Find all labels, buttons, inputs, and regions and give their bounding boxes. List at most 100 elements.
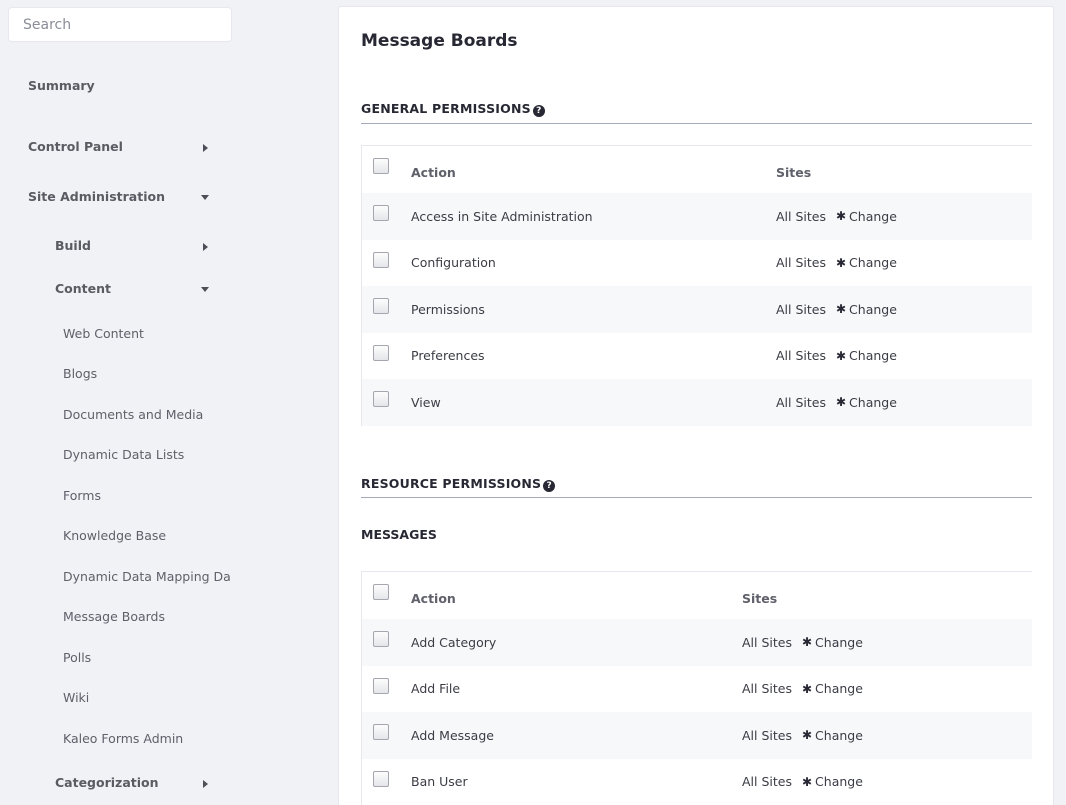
sidebar-item-forms[interactable]: Forms bbox=[63, 488, 231, 503]
table-row: Ban User All Sites ✱ Change bbox=[362, 759, 1032, 805]
row-checkbox[interactable] bbox=[373, 205, 389, 221]
general-permissions-heading: GENERAL PERMISSIONS? bbox=[361, 101, 545, 117]
sidebar-item-blogs[interactable]: Blogs bbox=[63, 366, 231, 381]
table-row: View All Sites ✱ Change bbox=[362, 379, 1032, 426]
action-label: Permissions bbox=[411, 301, 485, 317]
help-icon[interactable]: ? bbox=[532, 105, 545, 117]
column-header-sites: Sites bbox=[742, 591, 778, 606]
row-checkbox[interactable] bbox=[373, 770, 389, 787]
row-checkbox[interactable] bbox=[373, 677, 389, 694]
sidebar-item-polls[interactable]: Polls bbox=[63, 650, 231, 665]
action-label: Ban User bbox=[411, 774, 468, 790]
change-label: Change bbox=[849, 348, 897, 364]
sidebar-item-wiki[interactable]: Wiki bbox=[63, 690, 231, 705]
sites-value: All Sites bbox=[776, 208, 826, 224]
divider bbox=[361, 123, 1032, 124]
general-permissions-title: GENERAL PERMISSIONS bbox=[361, 101, 531, 116]
sidebar-item-kaleo-forms-admin[interactable]: Kaleo Forms Admin bbox=[63, 731, 231, 746]
table-header-row: Action Sites bbox=[362, 146, 1032, 193]
sidebar-item-content[interactable]: Content bbox=[55, 281, 111, 296]
main-panel: Message Boards GENERAL PERMISSIONS? Acti… bbox=[338, 6, 1054, 805]
row-checkbox[interactable] bbox=[373, 251, 389, 268]
sites-cell: All Sites ✱ Change bbox=[776, 286, 897, 333]
row-checkbox[interactable] bbox=[373, 298, 389, 314]
caret-right-icon[interactable] bbox=[203, 144, 208, 152]
gear-icon: ✱ bbox=[801, 681, 813, 696]
change-button[interactable]: ✱ Change bbox=[802, 728, 863, 743]
change-button[interactable]: ✱ Change bbox=[802, 681, 863, 696]
sidebar-item-summary[interactable]: Summary bbox=[28, 78, 95, 93]
caret-right-icon[interactable] bbox=[203, 243, 208, 251]
change-label: Change bbox=[849, 301, 897, 317]
table-row: Access in Site Administration All Sites … bbox=[362, 193, 1032, 240]
table-row: Configuration All Sites ✱ Change bbox=[362, 240, 1032, 287]
action-label: Configuration bbox=[411, 255, 496, 271]
change-button[interactable]: ✱ Change bbox=[836, 302, 897, 317]
change-button[interactable]: ✱ Change bbox=[836, 348, 897, 363]
select-all-checkbox[interactable] bbox=[373, 584, 389, 600]
change-button[interactable]: ✱ Change bbox=[836, 255, 897, 270]
change-button[interactable]: ✱ Change bbox=[836, 395, 897, 410]
gear-icon: ✱ bbox=[835, 395, 847, 410]
messages-subsection-title: MESSAGES bbox=[361, 527, 437, 542]
sites-cell: All Sites ✱ Change bbox=[742, 666, 863, 713]
caret-right-icon[interactable] bbox=[203, 780, 208, 788]
gear-icon: ✱ bbox=[801, 728, 813, 743]
sidebar-item-dynamic-data-lists[interactable]: Dynamic Data Lists bbox=[63, 447, 231, 462]
sidebar-item-knowledge-base[interactable]: Knowledge Base bbox=[63, 528, 231, 543]
sidebar-item-build[interactable]: Build bbox=[55, 238, 91, 253]
sites-cell: All Sites ✱ Change bbox=[776, 379, 897, 426]
sites-cell: All Sites ✱ Change bbox=[776, 240, 897, 287]
row-checkbox[interactable] bbox=[373, 344, 389, 361]
caret-down-icon[interactable] bbox=[201, 287, 209, 292]
sidebar-item-dynamic-data-mapping[interactable]: Dynamic Data Mapping Data P bbox=[63, 569, 231, 584]
sidebar-item-documents-and-media[interactable]: Documents and Media bbox=[63, 407, 231, 422]
resource-permissions-heading: RESOURCE PERMISSIONS? bbox=[361, 476, 556, 492]
row-checkbox[interactable] bbox=[373, 391, 389, 407]
table-row: Add Category All Sites ✱ Change bbox=[362, 619, 1032, 666]
sites-value: All Sites bbox=[742, 681, 792, 697]
table-row: Add File All Sites ✱ Change bbox=[362, 666, 1032, 713]
action-label: Access in Site Administration bbox=[411, 208, 593, 224]
action-label: Add Category bbox=[411, 634, 497, 650]
sidebar-item-site-administration[interactable]: Site Administration bbox=[28, 189, 165, 204]
sites-cell: All Sites ✱ Change bbox=[742, 619, 863, 666]
action-label: Add File bbox=[411, 681, 461, 697]
change-label: Change bbox=[815, 634, 863, 650]
change-label: Change bbox=[815, 681, 863, 697]
column-header-sites: Sites bbox=[776, 165, 812, 180]
sidebar: Summary Control Panel Site Administratio… bbox=[0, 0, 240, 805]
sidebar-item-web-content[interactable]: Web Content bbox=[63, 326, 231, 341]
sidebar-item-control-panel[interactable]: Control Panel bbox=[28, 139, 123, 154]
action-label: View bbox=[411, 394, 441, 410]
select-all-checkbox[interactable] bbox=[373, 158, 389, 174]
change-button[interactable]: ✱ Change bbox=[802, 635, 863, 650]
sites-cell: All Sites ✱ Change bbox=[742, 759, 863, 805]
change-button[interactable]: ✱ Change bbox=[802, 774, 863, 789]
help-icon[interactable]: ? bbox=[543, 480, 556, 492]
row-checkbox[interactable] bbox=[373, 631, 389, 647]
caret-down-icon[interactable] bbox=[201, 195, 209, 200]
table-row: Add Message All Sites ✱ Change bbox=[362, 712, 1032, 759]
sites-cell: All Sites ✱ Change bbox=[776, 333, 897, 380]
action-label: Preferences bbox=[411, 348, 485, 364]
change-button[interactable]: ✱ Change bbox=[836, 209, 897, 224]
gear-icon: ✱ bbox=[835, 348, 847, 363]
gear-icon: ✱ bbox=[835, 302, 847, 317]
sites-value: All Sites bbox=[776, 301, 826, 317]
change-label: Change bbox=[849, 208, 897, 224]
resource-permissions-title: RESOURCE PERMISSIONS bbox=[361, 476, 542, 491]
gear-icon: ✱ bbox=[801, 774, 813, 789]
table-row: Permissions All Sites ✱ Change bbox=[362, 286, 1032, 333]
gear-icon: ✱ bbox=[835, 255, 847, 270]
row-checkbox[interactable] bbox=[373, 724, 389, 740]
change-label: Change bbox=[849, 255, 897, 271]
page-title: Message Boards bbox=[361, 31, 518, 51]
gear-icon: ✱ bbox=[801, 635, 813, 650]
sidebar-item-categorization[interactable]: Categorization bbox=[55, 775, 159, 790]
change-label: Change bbox=[815, 774, 863, 790]
search-input[interactable] bbox=[8, 7, 232, 42]
sidebar-item-message-boards[interactable]: Message Boards bbox=[63, 609, 231, 624]
column-header-action: Action bbox=[411, 165, 456, 180]
sites-value: All Sites bbox=[776, 394, 826, 410]
